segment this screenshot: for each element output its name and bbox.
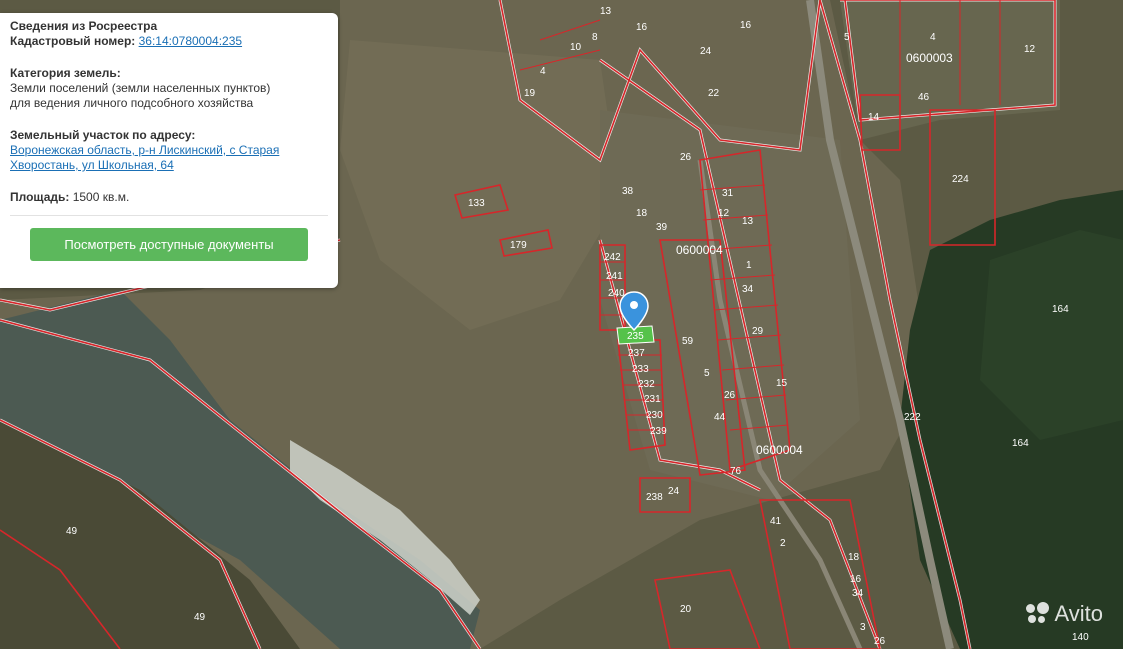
plot-label: 26 [874,636,886,647]
plot-label: 49 [66,526,78,537]
plot-label: 237 [628,348,645,359]
land-category-value-line2: для ведения личного подсобного хозяйства [10,96,254,110]
plot-label: 164 [1052,304,1069,315]
view-documents-button[interactable]: Посмотреть доступные документы [30,228,308,261]
plot-label: 39 [656,222,668,233]
cadastral-number-label: Кадастровый номер: [10,34,136,48]
selected-plot-label: 235 [627,331,644,342]
address-link-line2[interactable]: Хворостань, ул Школьная, 64 [10,158,174,172]
land-category-value-line1: Земли поселений (земли населенных пункто… [10,81,271,95]
panel-divider [10,215,328,216]
plot-label: 18 [636,208,648,219]
quarter-label-0600004-north: 0600004 [676,243,723,257]
plot-label: 231 [644,394,661,405]
quarter-label-0600004-south: 0600004 [756,443,803,457]
plot-label: 46 [918,92,930,103]
plot-label: 49 [194,612,206,623]
plot-label: 5 [844,32,850,43]
plot-label: 16 [740,20,752,31]
plot-label: 16 [850,574,862,585]
plot-label: 2 [780,538,786,549]
rosreestr-info-panel: Сведения из Росреестра Кадастровый номер… [0,13,338,288]
plot-label: 232 [638,379,655,390]
plot-label: 233 [632,364,649,375]
plot-label: 12 [718,208,730,219]
plot-label: 14 [868,112,880,123]
cadastral-number-link[interactable]: 36:14:0780004:235 [139,34,242,48]
plot-label: 38 [622,186,634,197]
plot-label: 10 [570,42,582,53]
avito-watermark: Avito [1026,601,1103,627]
plot-label: 44 [714,412,726,423]
plot-label: 18 [848,552,860,563]
plot-label: 19 [524,88,536,99]
plot-label: 164 [1012,438,1029,449]
plot-label: 13 [600,6,612,17]
avito-watermark-text: Avito [1054,601,1103,626]
plot-label: 24 [668,486,680,497]
plot-label: 26 [724,390,736,401]
address-label: Земельный участок по адресу: [10,128,196,142]
plot-label: 34 [852,588,864,599]
plot-label: 16 [636,22,648,33]
plot-label: 224 [952,174,969,185]
plot-label: 34 [742,284,754,295]
plot-label: 29 [752,326,764,337]
area-label: Площадь: [10,190,70,204]
plot-label: 239 [650,426,667,437]
plot-label: 5 [704,368,710,379]
plot-label: 222 [904,412,921,423]
plot-label: 3 [860,622,866,633]
plot-label: 26 [680,152,692,163]
quarter-label-0600003: 0600003 [906,51,953,65]
plot-label: 240 [608,288,625,299]
plot-label: 20 [680,604,692,615]
address-link-line1[interactable]: Воронежская область, р-н Лискинский, с С… [10,143,279,157]
plot-label: 31 [722,188,734,199]
plot-label: 15 [776,378,788,389]
plot-label: 8 [592,32,598,43]
panel-title: Сведения из Росреестра [10,19,158,33]
plot-label: 24 [700,46,712,57]
plot-label: 4 [930,32,936,43]
avito-logo-icon [1026,602,1050,626]
plot-label: 179 [510,240,527,251]
plot-label: 4 [540,66,546,77]
plot-label: 22 [708,88,720,99]
plot-label: 133 [468,198,485,209]
plot-label: 241 [606,271,623,282]
plot-label: 76 [730,466,742,477]
plot-label: 242 [604,252,621,263]
plot-label: 230 [646,410,663,421]
land-category-label: Категория земель: [10,66,121,80]
plot-label: 59 [682,336,694,347]
plot-label: 41 [770,516,782,527]
plot-label: 1 [746,260,752,271]
plot-label: 238 [646,492,663,503]
area-value: 1500 кв.м. [72,190,130,204]
plot-label: 13 [742,216,754,227]
plot-label: 140 [1072,632,1089,643]
plot-label: 12 [1024,44,1036,55]
